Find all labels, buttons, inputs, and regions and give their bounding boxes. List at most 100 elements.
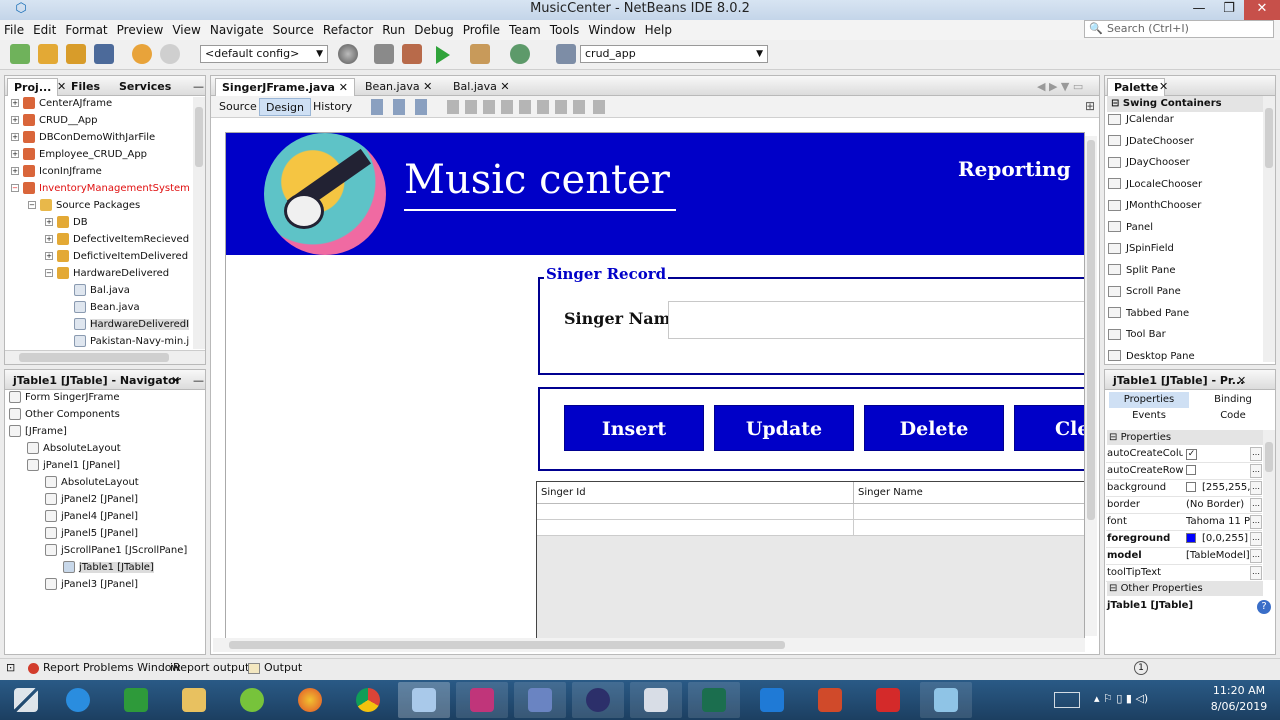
palette-item[interactable]: Panel [1108,219,1153,237]
tree-item[interactable]: − Source Packages [28,198,140,214]
save-all-icon[interactable] [94,44,114,64]
minimize-panel-icon[interactable]: — [187,372,210,390]
taskbar-explorer[interactable] [168,682,220,718]
navigator-item[interactable]: [JFrame] [9,424,67,440]
property-row[interactable]: border (No Border)… [1106,497,1262,514]
clear-button[interactable]: Cle [1014,405,1084,451]
tree-item[interactable]: Bal.java [62,283,130,299]
search-input[interactable]: 🔍 Search (Ctrl+I) [1084,20,1274,38]
singer-table[interactable]: Singer Id Singer Name [536,481,1084,639]
tree-item[interactable]: + DBConDemoWithJarFile [11,130,155,146]
taskbar-powerpoint[interactable] [804,682,856,718]
palette-item[interactable]: Tool Bar [1108,326,1166,344]
taskbar-screen-recorder[interactable] [630,682,682,718]
tab-services[interactable]: Services [113,78,177,96]
tree-item[interactable]: Bean.java [62,300,140,316]
other-properties-header[interactable]: ⊟ Other Properties [1107,581,1263,596]
property-row[interactable]: autoCreateColum✓… [1106,446,1262,463]
color-swatch[interactable] [1186,533,1196,543]
new-project-icon[interactable] [38,44,58,64]
scrollbar-thumb[interactable] [1265,108,1273,168]
status-window-icon[interactable]: ⊡ [6,659,15,677]
profile-icon[interactable] [510,44,530,64]
tree-item[interactable]: + CenterAJframe [11,96,112,112]
property-editor-button[interactable]: … [1250,515,1262,529]
taskbar-netbeans[interactable] [398,682,450,718]
menu-debug[interactable]: Debug [414,23,453,37]
expand-toggle-icon[interactable]: + [11,99,19,107]
palette-section-header[interactable]: ⊟ Swing Containers [1107,96,1263,112]
start-button[interactable] [0,682,52,718]
config-globe-icon[interactable] [338,44,358,64]
tab-events[interactable]: Events [1109,408,1189,424]
close-icon[interactable]: ✕ [1231,372,1252,390]
menu-help[interactable]: Help [645,23,672,37]
minimize-button[interactable]: — [1184,0,1214,20]
expand-toggle-icon[interactable]: + [45,218,53,226]
selection-tools-icon[interactable] [371,99,437,115]
config-dropdown[interactable]: <default config> ▼ [200,45,328,63]
property-row[interactable]: autoCreateRowS… [1106,463,1262,480]
tab-bean[interactable]: Bean.java ✕ [359,78,438,96]
properties-section-header[interactable]: ⊟ Properties [1107,430,1263,445]
palette-item[interactable]: Desktop Pane [1108,348,1195,366]
tree-item[interactable]: + DefectiveItemRecieved [45,232,189,248]
expand-toggle-icon[interactable]: + [11,150,19,158]
menu-edit[interactable]: Edit [33,23,56,37]
menu-file[interactable]: File [4,23,24,37]
tree-item[interactable]: + DefictiveItemDelivered [45,249,188,265]
property-row[interactable]: toolTipText… [1106,565,1262,582]
property-value[interactable]: [TableModel] [1186,548,1252,564]
expand-toggle-icon[interactable]: + [11,133,19,141]
editor-horizontal-scrollbar[interactable] [213,638,1085,652]
tab-singerjframe[interactable]: SingerJFrame.java ✕ [215,78,355,96]
property-row[interactable]: model [TableModel]… [1106,548,1262,565]
grid-icon[interactable]: ⊞ [1085,99,1095,113]
tree-item[interactable]: HardwareDeliveredI [62,317,190,333]
scrollbar-thumb[interactable] [229,641,785,649]
expand-toggle-icon[interactable]: − [45,269,53,277]
taskbar-utorrent[interactable] [226,682,278,718]
property-value[interactable]: (No Border) [1186,497,1252,513]
tree-item[interactable]: − HardwareDelivered [45,266,169,282]
table-row[interactable] [537,520,1084,536]
taskbar-plus-app[interactable] [746,682,798,718]
taskbar-eclipse[interactable] [572,682,624,718]
taskbar-store[interactable] [110,682,162,718]
property-editor-button[interactable]: … [1250,447,1262,461]
tree-item[interactable]: Pakistan-Navy-min.j [62,334,189,350]
undo-icon[interactable] [132,44,152,64]
view-design-button[interactable]: Design [259,98,311,116]
palette-item[interactable]: JMonthChooser [1108,197,1201,215]
build-hammer-icon[interactable] [374,44,394,64]
minimize-panel-icon[interactable]: — [187,78,210,96]
menu-profile[interactable]: Profile [463,23,500,37]
menu-team[interactable]: Team [509,23,541,37]
navigator-item[interactable]: jPanel2 [JPanel] [45,492,138,508]
new-file-icon[interactable] [10,44,30,64]
editor-vertical-scrollbar[interactable] [1085,136,1097,636]
navigator-item[interactable]: AbsoluteLayout [27,441,121,457]
tab-code[interactable]: Code [1193,408,1273,424]
expand-toggle-icon[interactable]: + [45,235,53,243]
taskbar-firefox[interactable] [284,682,336,718]
insert-button[interactable]: Insert [564,405,704,451]
taskbar-acrobat[interactable] [862,682,914,718]
tree-item[interactable]: + IconInJframe [11,164,102,180]
scrollbar-thumb[interactable] [19,353,169,362]
navigator-item[interactable]: jPanel4 [JPanel] [45,509,138,525]
scrollbar-thumb[interactable] [1265,442,1273,472]
property-editor-button[interactable]: … [1250,464,1262,478]
keyboard-icon[interactable] [1054,692,1080,708]
update-button[interactable]: Update [714,405,854,451]
menu-refactor[interactable]: Refactor [323,23,373,37]
tree-item[interactable]: + DB [45,215,88,231]
property-value[interactable]: [255,255,... [1186,480,1252,496]
properties-scrollbar[interactable] [1263,430,1275,580]
menu-navigate[interactable]: Navigate [210,23,264,37]
tab-properties[interactable]: Properties [1109,392,1189,408]
scrollbar-thumb[interactable] [1087,140,1095,520]
taskbar-camtasia[interactable] [688,682,740,718]
palette-scrollbar[interactable] [1263,96,1275,362]
navigator-item[interactable]: Other Components [9,407,120,423]
